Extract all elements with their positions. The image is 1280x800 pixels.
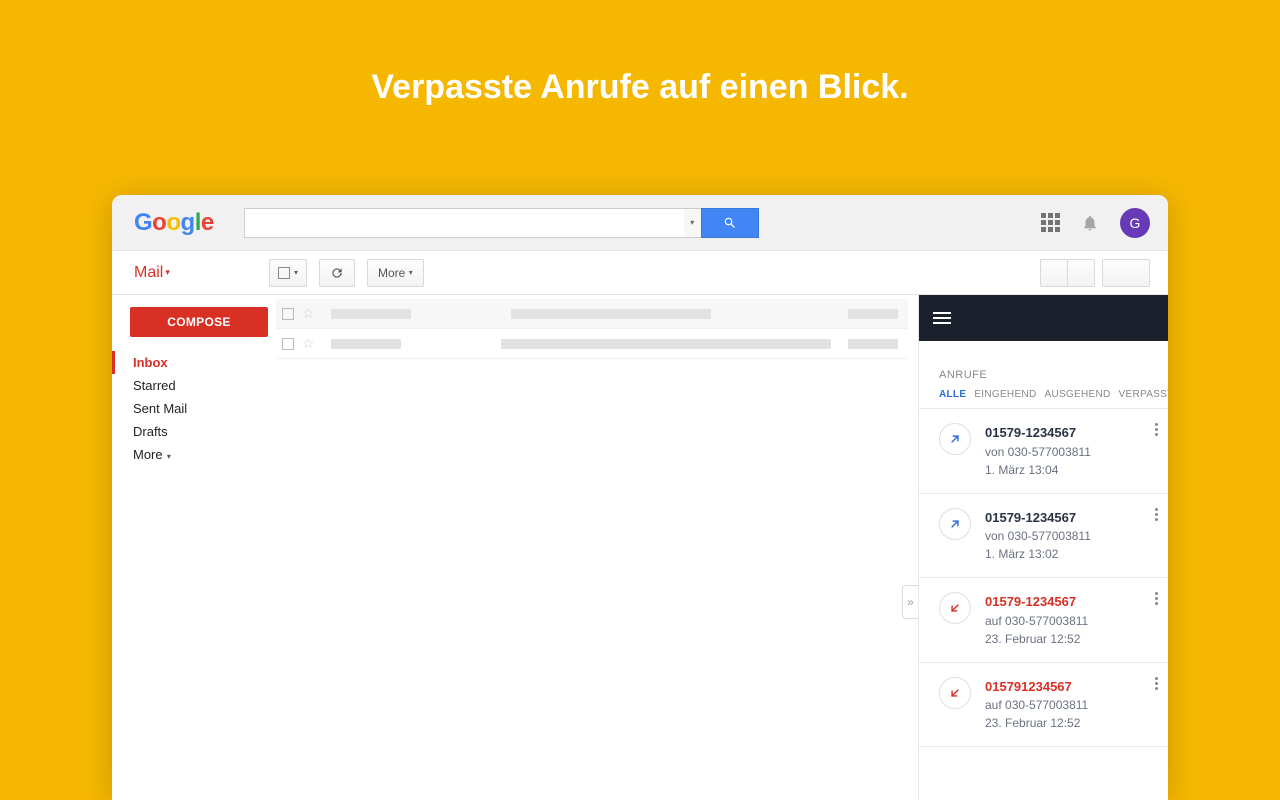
calls-panel-header xyxy=(919,295,1168,341)
call-item[interactable]: 01579-1234567von 030-5770038111. März 13… xyxy=(919,494,1168,579)
sidebar: COMPOSE Inbox Starred Sent Mail Drafts M… xyxy=(112,295,276,800)
sidebar-item-sent-mail[interactable]: Sent Mail xyxy=(112,397,276,420)
settings-button[interactable] xyxy=(1102,259,1150,287)
call-time: 23. Februar 12:52 xyxy=(985,630,1088,648)
logo-letter: g xyxy=(181,209,195,236)
call-subline: von 030-577003811 xyxy=(985,527,1091,545)
call-subline: von 030-577003811 xyxy=(985,443,1091,461)
mail-row[interactable]: ☆ xyxy=(276,299,908,329)
chevron-right-icon: » xyxy=(907,595,914,609)
pager-next-button[interactable] xyxy=(1067,259,1095,287)
logo-letter: e xyxy=(201,209,214,236)
logo-letter: G xyxy=(134,209,152,236)
sender-placeholder xyxy=(331,309,411,319)
mail-dropdown[interactable]: Mail▾ xyxy=(134,264,269,282)
search-button[interactable] xyxy=(701,208,759,238)
more-label: More xyxy=(378,266,405,280)
sidebar-item-inbox[interactable]: Inbox xyxy=(112,351,276,374)
collapse-panel-toggle[interactable]: » xyxy=(902,585,918,619)
body: COMPOSE Inbox Starred Sent Mail Drafts M… xyxy=(112,295,1168,800)
logo-letter: o xyxy=(152,209,166,236)
hero-title: Verpasste Anrufe auf einen Blick. xyxy=(0,0,1280,107)
toolbar: Mail▾ ▾ More ▾ xyxy=(112,251,1168,295)
row-checkbox[interactable] xyxy=(282,338,294,350)
sidebar-item-drafts[interactable]: Drafts xyxy=(112,420,276,443)
account-avatar[interactable]: G xyxy=(1120,208,1150,238)
call-time: 1. März 13:02 xyxy=(985,545,1091,563)
call-number: 01579-1234567 xyxy=(985,592,1088,612)
call-number: 01579-1234567 xyxy=(985,423,1091,443)
sidebar-item-label: More xyxy=(133,447,163,462)
logo-letter: o xyxy=(166,209,180,236)
mail-list: ☆ ☆ xyxy=(276,295,918,800)
mail-label-text: Mail xyxy=(134,264,163,281)
call-info: 01579-1234567von 030-5770038111. März 13… xyxy=(985,423,1091,479)
time-placeholder xyxy=(848,309,898,319)
calls-tab-alle[interactable]: ALLE xyxy=(939,389,966,400)
topbar: Google ▾ G xyxy=(112,195,1168,251)
google-logo[interactable]: Google xyxy=(134,209,214,237)
search-icon xyxy=(723,216,737,230)
select-all-checkbox[interactable]: ▾ xyxy=(269,259,307,287)
call-info: 01579-1234567auf 030-57700381123. Februa… xyxy=(985,592,1088,648)
arrow-in-icon xyxy=(939,677,971,709)
calls-tab-ausgehend[interactable]: AUSGEHEND xyxy=(1044,389,1110,400)
chevron-down-icon: ▾ xyxy=(409,268,413,277)
notifications-icon[interactable] xyxy=(1080,213,1100,233)
subject-placeholder xyxy=(511,309,711,319)
refresh-icon xyxy=(330,266,344,280)
calls-section-title: ANRUFE xyxy=(919,341,1168,389)
call-item[interactable]: 01579-1234567von 030-5770038111. März 13… xyxy=(919,409,1168,494)
arrow-in-icon xyxy=(939,592,971,624)
hamburger-menu-icon[interactable] xyxy=(933,312,951,324)
call-item-menu-icon[interactable] xyxy=(1155,677,1158,690)
arrow-out-icon xyxy=(939,423,971,455)
call-item-menu-icon[interactable] xyxy=(1155,508,1158,521)
call-info: 015791234567auf 030-57700381123. Februar… xyxy=(985,677,1088,733)
call-info: 01579-1234567von 030-5770038111. März 13… xyxy=(985,508,1091,564)
app-window: Google ▾ G Mail▾ ▾ More ▾ xyxy=(112,195,1168,800)
row-checkbox[interactable] xyxy=(282,308,294,320)
pager-prev-button[interactable] xyxy=(1040,259,1068,287)
call-item[interactable]: 015791234567auf 030-57700381123. Februar… xyxy=(919,663,1168,748)
time-placeholder xyxy=(848,339,898,349)
calls-panel: ANRUFE ALLE EINGEHEND AUSGEHEND VERPASST… xyxy=(918,295,1168,800)
star-icon[interactable]: ☆ xyxy=(302,305,315,322)
search-dropdown-toggle[interactable]: ▾ xyxy=(684,208,702,238)
chevron-down-icon: ▾ xyxy=(165,452,171,461)
subject-placeholder xyxy=(501,339,831,349)
call-list: 01579-1234567von 030-5770038111. März 13… xyxy=(919,409,1168,800)
call-item-menu-icon[interactable] xyxy=(1155,423,1158,436)
chevron-down-icon: ▾ xyxy=(294,268,298,277)
call-subline: auf 030-577003811 xyxy=(985,612,1088,630)
apps-icon[interactable] xyxy=(1040,213,1060,233)
sidebar-item-more[interactable]: More ▾ xyxy=(112,443,276,466)
call-time: 1. März 13:04 xyxy=(985,461,1091,479)
calls-tab-eingehend[interactable]: EINGEHEND xyxy=(974,389,1036,400)
more-button[interactable]: More ▾ xyxy=(367,259,424,287)
call-item[interactable]: 01579-1234567auf 030-57700381123. Februa… xyxy=(919,578,1168,663)
refresh-button[interactable] xyxy=(319,259,355,287)
sidebar-item-starred[interactable]: Starred xyxy=(112,374,276,397)
call-item-menu-icon[interactable] xyxy=(1155,592,1158,605)
search-bar: ▾ xyxy=(244,208,759,238)
compose-button[interactable]: COMPOSE xyxy=(130,307,268,337)
call-subline: auf 030-577003811 xyxy=(985,696,1088,714)
calls-tabs: ALLE EINGEHEND AUSGEHEND VERPASST VOICEM… xyxy=(919,389,1168,409)
search-input[interactable] xyxy=(244,208,684,238)
chevron-down-icon: ▾ xyxy=(165,267,170,277)
calls-tab-verpasst[interactable]: VERPASST xyxy=(1119,389,1168,400)
arrow-out-icon xyxy=(939,508,971,540)
call-number: 015791234567 xyxy=(985,677,1088,697)
sender-placeholder xyxy=(331,339,401,349)
mail-row[interactable]: ☆ xyxy=(276,329,908,359)
call-time: 23. Februar 12:52 xyxy=(985,714,1088,732)
star-icon[interactable]: ☆ xyxy=(302,335,315,352)
call-number: 01579-1234567 xyxy=(985,508,1091,528)
